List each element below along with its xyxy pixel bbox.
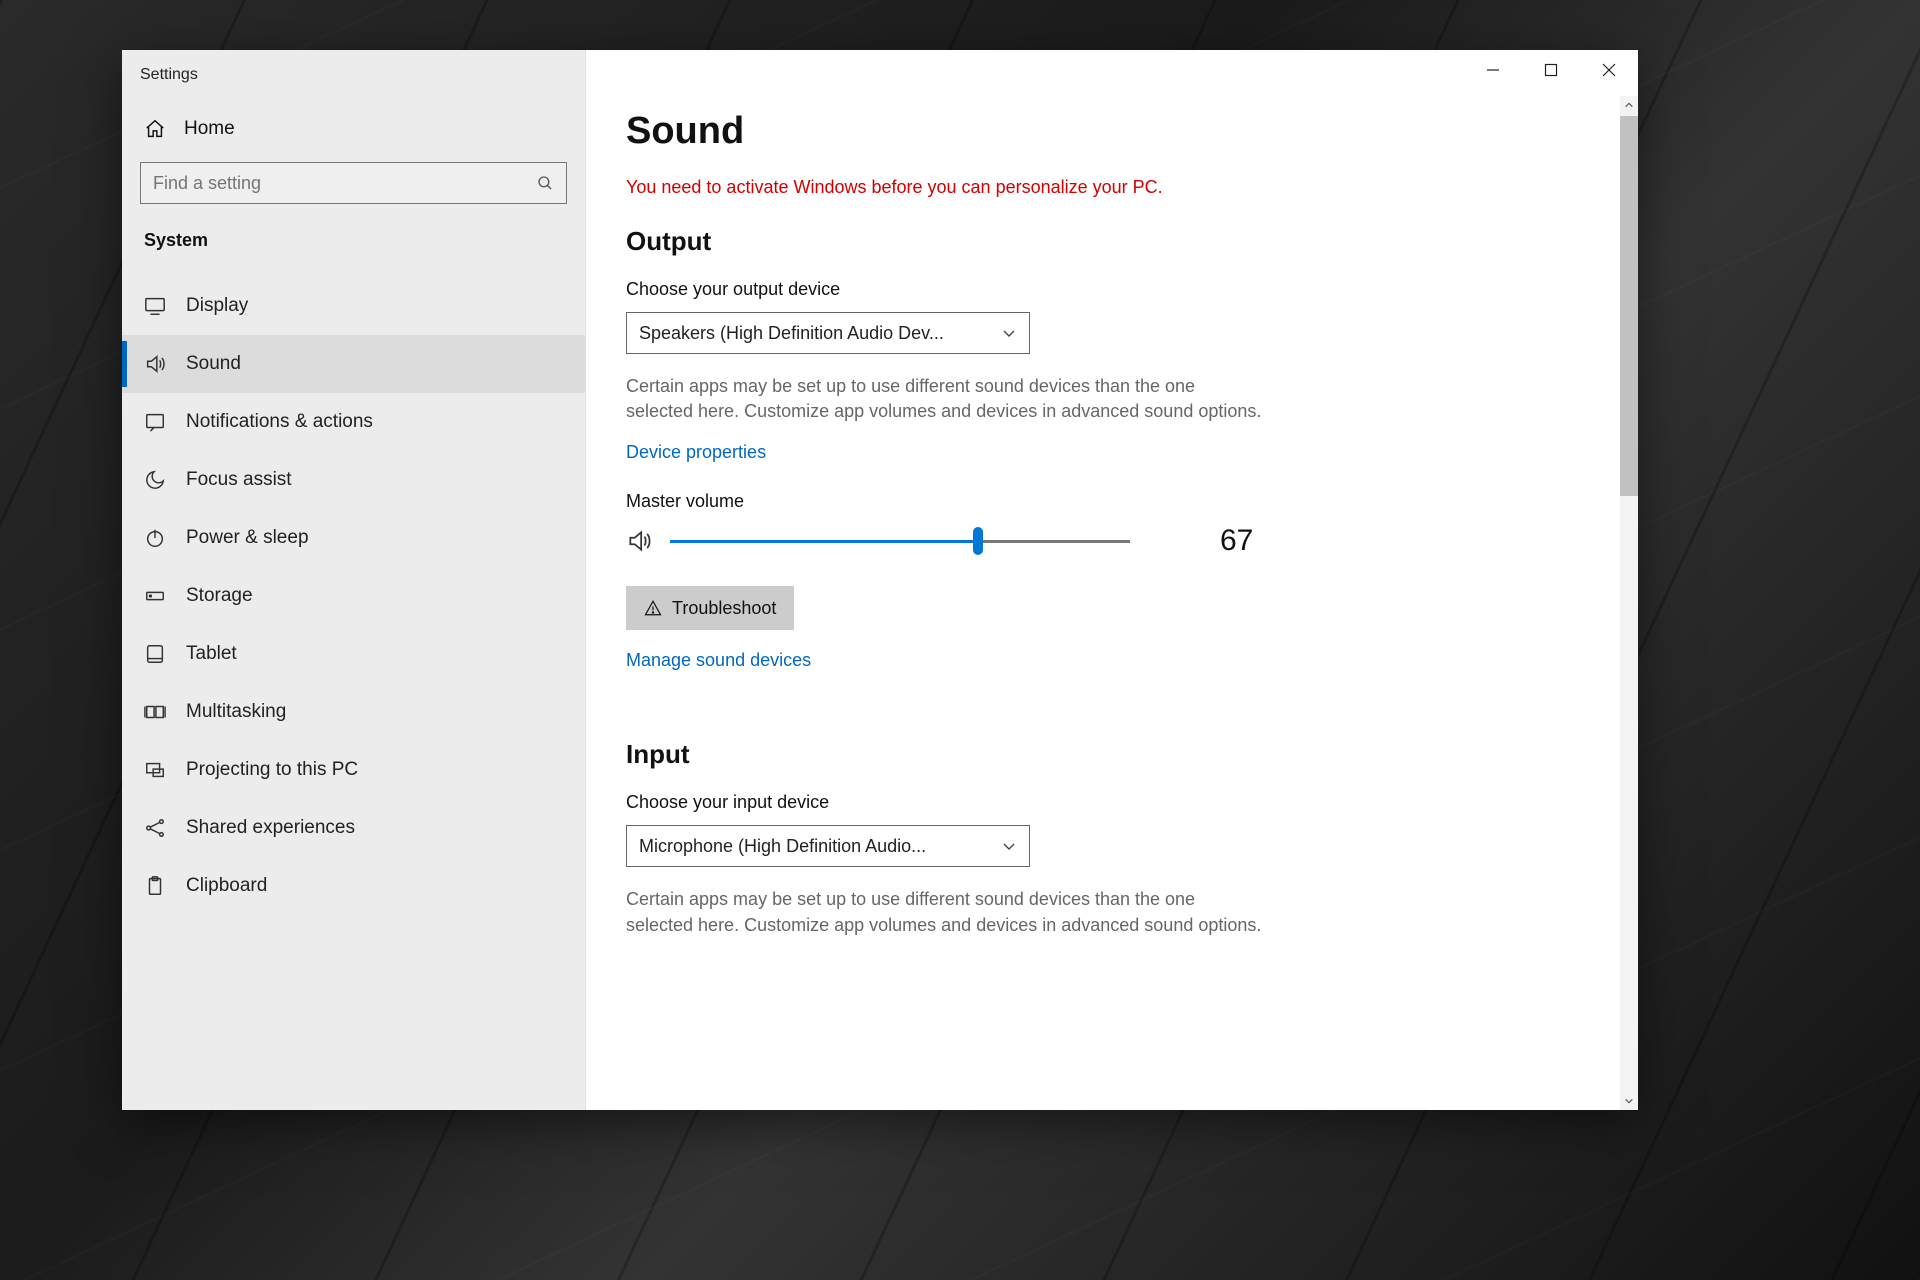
sidebar-item-shared-experiences[interactable]: Shared experiences bbox=[122, 799, 585, 857]
moon-icon bbox=[144, 469, 166, 491]
search-container bbox=[122, 152, 585, 222]
sidebar-item-multitasking[interactable]: Multitasking bbox=[122, 683, 585, 741]
vertical-scrollbar[interactable] bbox=[1620, 96, 1638, 1110]
home-icon bbox=[144, 118, 166, 140]
device-properties-link[interactable]: Device properties bbox=[626, 442, 766, 463]
sidebar-item-label: Tablet bbox=[186, 643, 237, 665]
sidebar-item-label: Projecting to this PC bbox=[186, 759, 358, 781]
sidebar-nav-list: Display Sound Notifications & actions Fo… bbox=[122, 277, 585, 915]
content-area: Sound You need to activate Windows befor… bbox=[586, 96, 1638, 1110]
sidebar-item-focus-assist[interactable]: Focus assist bbox=[122, 451, 585, 509]
search-icon bbox=[536, 174, 554, 192]
sidebar-item-sound[interactable]: Sound bbox=[122, 335, 585, 393]
troubleshoot-label: Troubleshoot bbox=[672, 598, 776, 619]
sidebar-item-label: Notifications & actions bbox=[186, 411, 373, 433]
sidebar-item-label: Focus assist bbox=[186, 469, 292, 491]
clipboard-icon bbox=[144, 875, 166, 897]
sidebar-item-label: Sound bbox=[186, 353, 241, 375]
page-title: Sound bbox=[626, 110, 1598, 153]
sidebar-item-projecting[interactable]: Projecting to this PC bbox=[122, 741, 585, 799]
titlebar bbox=[586, 50, 1638, 96]
sidebar: Settings Home System Display So bbox=[122, 50, 586, 1110]
sidebar-item-notifications[interactable]: Notifications & actions bbox=[122, 393, 585, 451]
scrollbar-thumb[interactable] bbox=[1620, 116, 1638, 496]
sidebar-item-label: Clipboard bbox=[186, 875, 267, 897]
master-volume-label: Master volume bbox=[626, 491, 1598, 512]
scroll-up-arrow[interactable] bbox=[1620, 96, 1638, 114]
main-panel: Sound You need to activate Windows befor… bbox=[586, 50, 1638, 1110]
sidebar-item-label: Multitasking bbox=[186, 701, 286, 723]
storage-icon bbox=[144, 585, 166, 607]
settings-window: Settings Home System Display So bbox=[122, 50, 1638, 1110]
minimize-button[interactable] bbox=[1464, 50, 1522, 90]
warning-icon bbox=[644, 599, 662, 617]
slider-fill bbox=[670, 540, 978, 543]
chevron-down-icon bbox=[1001, 838, 1017, 854]
chevron-down-icon bbox=[1001, 325, 1017, 341]
output-device-label: Choose your output device bbox=[626, 279, 1598, 300]
home-button[interactable]: Home bbox=[122, 106, 585, 152]
input-heading: Input bbox=[626, 739, 1598, 770]
close-button[interactable] bbox=[1580, 50, 1638, 90]
sidebar-item-power-sleep[interactable]: Power & sleep bbox=[122, 509, 585, 567]
multitasking-icon bbox=[144, 701, 166, 723]
sidebar-category: System bbox=[122, 222, 585, 277]
output-device-selected: Speakers (High Definition Audio Dev... bbox=[639, 323, 944, 344]
share-icon bbox=[144, 817, 166, 839]
maximize-button[interactable] bbox=[1522, 50, 1580, 90]
sidebar-item-label: Storage bbox=[186, 585, 253, 607]
input-help-text: Certain apps may be set up to use differ… bbox=[626, 887, 1266, 937]
input-device-dropdown[interactable]: Microphone (High Definition Audio... bbox=[626, 825, 1030, 867]
input-device-selected: Microphone (High Definition Audio... bbox=[639, 836, 926, 857]
sidebar-item-label: Display bbox=[186, 295, 248, 317]
output-device-dropdown[interactable]: Speakers (High Definition Audio Dev... bbox=[626, 312, 1030, 354]
output-help-text: Certain apps may be set up to use differ… bbox=[626, 374, 1266, 424]
master-volume-slider[interactable] bbox=[670, 540, 1130, 543]
search-input[interactable] bbox=[153, 173, 536, 194]
search-box[interactable] bbox=[140, 162, 567, 204]
manage-sound-devices-link[interactable]: Manage sound devices bbox=[626, 650, 811, 671]
sidebar-item-storage[interactable]: Storage bbox=[122, 567, 585, 625]
troubleshoot-button[interactable]: Troubleshoot bbox=[626, 586, 794, 630]
sidebar-item-label: Power & sleep bbox=[186, 527, 309, 549]
sidebar-item-clipboard[interactable]: Clipboard bbox=[122, 857, 585, 915]
window-title: Settings bbox=[122, 58, 585, 106]
sidebar-item-tablet[interactable]: Tablet bbox=[122, 625, 585, 683]
notifications-icon bbox=[144, 411, 166, 433]
display-icon bbox=[144, 295, 166, 317]
activation-warning: You need to activate Windows before you … bbox=[626, 177, 1598, 198]
master-volume-value: 67 bbox=[1220, 524, 1253, 558]
volume-icon[interactable] bbox=[626, 528, 652, 554]
sound-icon bbox=[144, 353, 166, 375]
slider-thumb[interactable] bbox=[973, 527, 983, 555]
input-device-label: Choose your input device bbox=[626, 792, 1598, 813]
output-heading: Output bbox=[626, 226, 1598, 257]
project-icon bbox=[144, 759, 166, 781]
tablet-icon bbox=[144, 643, 166, 665]
sidebar-item-display[interactable]: Display bbox=[122, 277, 585, 335]
master-volume-row: 67 bbox=[626, 524, 1598, 558]
power-icon bbox=[144, 527, 166, 549]
sidebar-item-label: Shared experiences bbox=[186, 817, 355, 839]
home-label: Home bbox=[184, 118, 235, 140]
scroll-down-arrow[interactable] bbox=[1620, 1092, 1638, 1110]
